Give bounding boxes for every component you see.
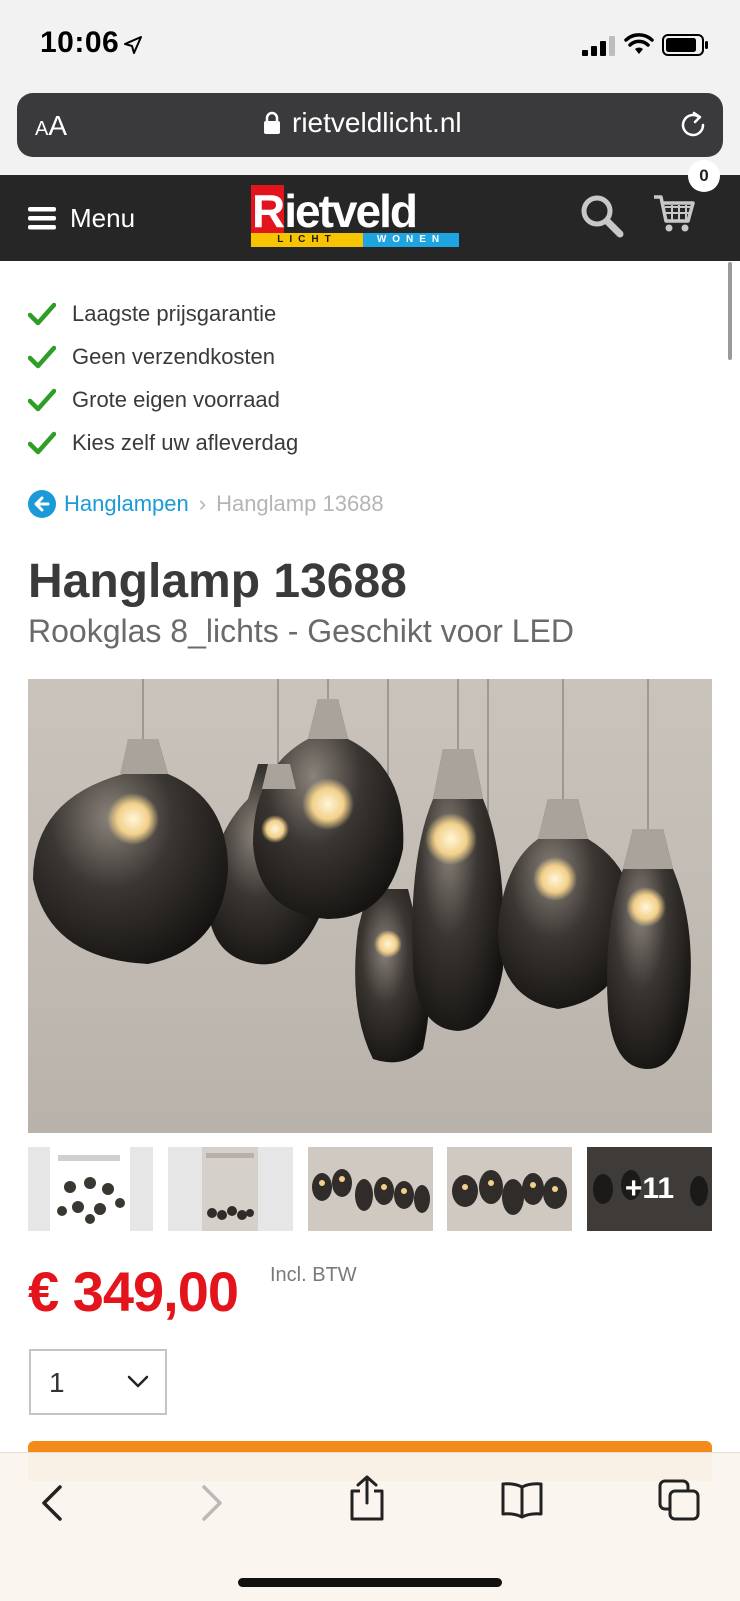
usp-text: Grote eigen voorraad bbox=[72, 386, 280, 412]
url-domain[interactable]: rietveldlicht.nl bbox=[292, 107, 462, 139]
checkmark-icon bbox=[28, 302, 56, 325]
usp-list: Laagste prijsgarantie Geen verzendkosten… bbox=[28, 292, 298, 464]
usp-item: Kies zelf uw afleverdag bbox=[28, 421, 298, 464]
page-scrollbar[interactable] bbox=[728, 262, 732, 360]
thumbnail-4[interactable] bbox=[447, 1147, 573, 1231]
back-icon[interactable] bbox=[38, 1483, 68, 1523]
location-arrow-icon bbox=[124, 36, 142, 54]
vat-note: Incl. BTW bbox=[270, 1264, 357, 1286]
search-icon[interactable] bbox=[580, 194, 626, 240]
wifi-icon bbox=[624, 33, 654, 54]
home-indicator[interactable] bbox=[238, 1578, 502, 1587]
product-main-image[interactable] bbox=[28, 679, 712, 1133]
product-subtitle: Rookglas 8_lichts - Geschikt voor LED bbox=[28, 613, 574, 649]
text-size-button[interactable]: AA bbox=[35, 110, 67, 142]
quantity-value: 1 bbox=[49, 1367, 65, 1398]
logo-wordmark: Rietveld bbox=[251, 185, 418, 237]
tabs-icon[interactable] bbox=[658, 1479, 700, 1521]
thumbnail-strip: +11 bbox=[28, 1147, 712, 1231]
status-time: 10:06 bbox=[40, 26, 120, 59]
checkmark-icon bbox=[28, 388, 56, 411]
more-images-count: +11 bbox=[624, 1172, 675, 1205]
chevron-right-icon: › bbox=[198, 491, 207, 516]
battery-icon bbox=[662, 34, 708, 56]
product-title: Hanglamp 13688 bbox=[28, 555, 407, 608]
menu-button[interactable]: Menu bbox=[28, 197, 135, 239]
logo-strip: LICHT WONEN bbox=[251, 233, 459, 247]
usp-text: Kies zelf uw afleverdag bbox=[72, 429, 299, 455]
site-header: Menu Rietveld LICHT WONEN 0 bbox=[0, 160, 740, 261]
thumbnail-2[interactable] bbox=[167, 1147, 293, 1231]
usp-item: Laagste prijsgarantie bbox=[28, 292, 298, 335]
product-price: € 349,00 bbox=[28, 1260, 239, 1323]
menu-label: Menu bbox=[70, 202, 136, 233]
bookmarks-icon[interactable] bbox=[500, 1481, 544, 1519]
site-logo[interactable]: Rietveld LICHT WONEN bbox=[251, 185, 459, 248]
usp-item: Grote eigen voorraad bbox=[28, 378, 298, 421]
usp-text: Laagste prijsgarantie bbox=[72, 300, 277, 326]
signal-icon bbox=[582, 36, 615, 56]
thumbnail-more[interactable]: +11 bbox=[587, 1147, 712, 1231]
thumbnail-3[interactable] bbox=[307, 1147, 433, 1231]
forward-icon[interactable] bbox=[196, 1483, 226, 1523]
cart-count-badge: 0 bbox=[688, 160, 720, 192]
reload-icon[interactable] bbox=[677, 109, 709, 141]
checkmark-icon bbox=[28, 345, 56, 368]
usp-item: Geen verzendkosten bbox=[28, 335, 298, 378]
address-bar[interactable]: AA rietveldlicht.nl bbox=[17, 93, 723, 157]
usp-text: Geen verzendkosten bbox=[72, 343, 276, 369]
breadcrumb-current: Hanglamp 13688 bbox=[216, 491, 384, 516]
breadcrumb-parent-link[interactable]: Hanglampen bbox=[64, 491, 189, 517]
thumbnail-1[interactable] bbox=[28, 1147, 153, 1231]
hamburger-icon bbox=[28, 207, 56, 230]
back-circle-icon[interactable] bbox=[28, 490, 56, 518]
checkmark-icon bbox=[28, 431, 56, 454]
pendant-lamps-illustration bbox=[33, 679, 691, 1069]
cart-icon[interactable] bbox=[652, 191, 696, 235]
quantity-select[interactable]: 1 bbox=[29, 1349, 167, 1415]
browser-url-area: AA rietveldlicht.nl bbox=[0, 90, 740, 175]
status-bar: 10:06 bbox=[0, 0, 740, 90]
chevron-down-icon bbox=[127, 1375, 149, 1388]
breadcrumb: Hanglampen › Hanglamp 13688 bbox=[28, 490, 384, 518]
lock-icon bbox=[264, 111, 280, 134]
share-icon[interactable] bbox=[348, 1475, 386, 1521]
